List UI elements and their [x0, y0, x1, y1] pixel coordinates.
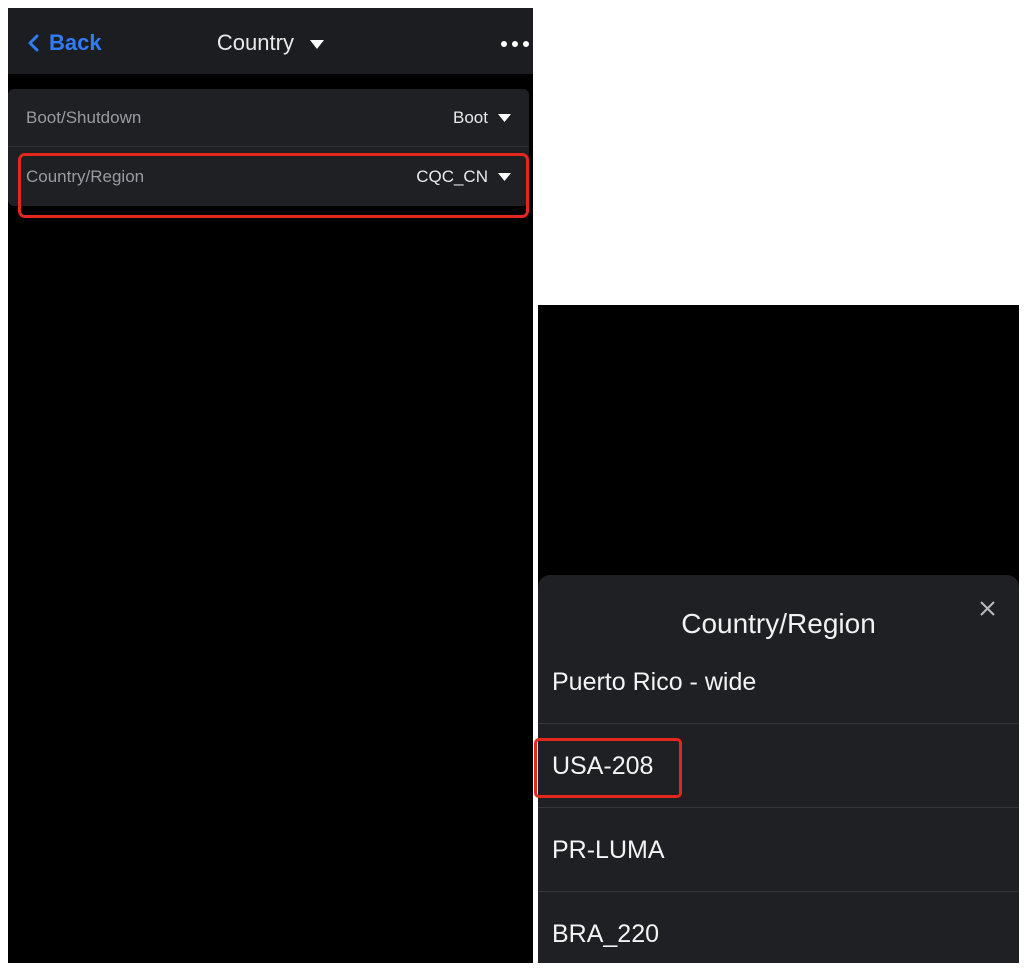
highlight-box-usa-208: [534, 738, 682, 798]
page-title: Country: [216, 30, 294, 55]
close-icon: [980, 601, 995, 616]
caret-down-icon: [310, 39, 325, 49]
caret-down-icon: [498, 113, 511, 122]
page-title-dropdown[interactable]: Country: [8, 30, 533, 56]
highlight-box-country-region: [18, 153, 529, 218]
more-options-button[interactable]: [501, 41, 529, 47]
setting-row-boot-shutdown[interactable]: Boot/Shutdown Boot: [8, 89, 529, 147]
more-dot: [501, 41, 507, 47]
more-dot: [523, 41, 529, 47]
setting-label: Boot/Shutdown: [26, 107, 142, 127]
close-button[interactable]: [980, 601, 995, 621]
sheet-title: Country/Region: [681, 608, 876, 639]
more-dot: [512, 41, 518, 47]
country-region-picker-screen: Country/Region Puerto Rico - wide USA-20…: [538, 305, 1019, 963]
option-item[interactable]: BRA_220: [538, 893, 1019, 963]
setting-value: Boot: [453, 107, 488, 127]
option-item[interactable]: PR-LUMA: [538, 809, 1019, 892]
navigation-bar: Back Country: [8, 8, 533, 74]
setting-value-dropdown[interactable]: Boot: [453, 108, 511, 128]
option-item[interactable]: Puerto Rico - wide: [538, 642, 1019, 724]
country-settings-screen: Back Country Boot/Shutdown Boot Country/: [8, 8, 533, 963]
